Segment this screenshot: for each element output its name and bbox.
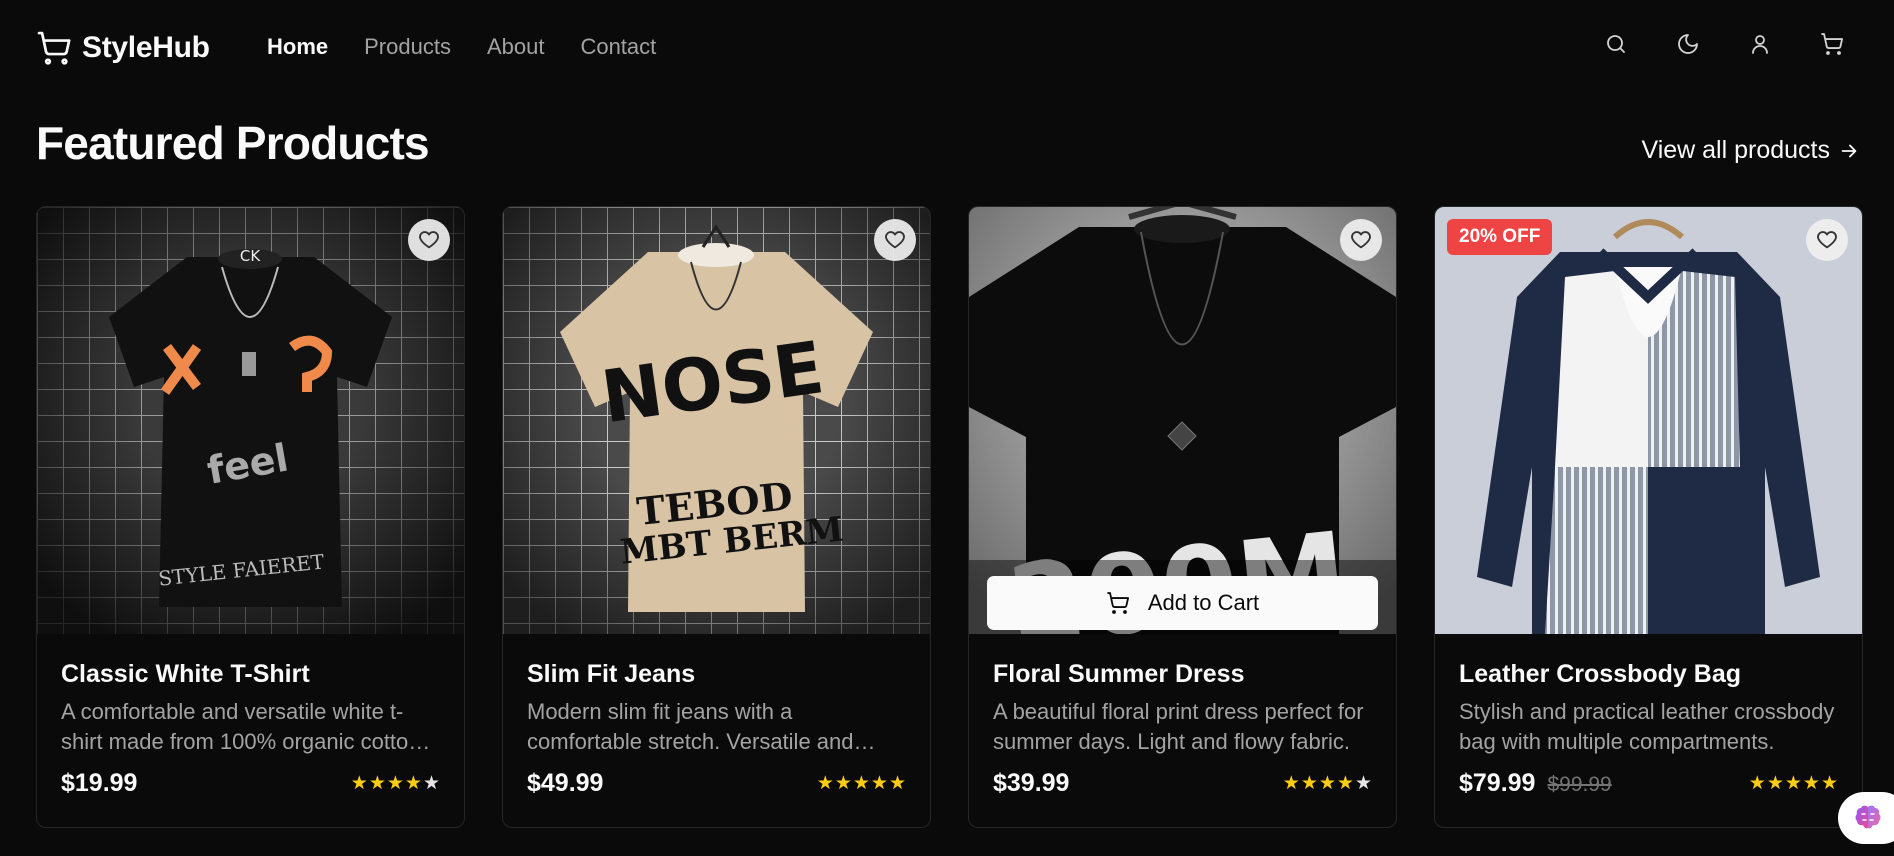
rating-stars: ★ ★ ★ ★ ★	[817, 772, 906, 795]
star-icon: ★	[834, 773, 852, 794]
star-icon: ★	[1766, 773, 1784, 794]
product-image[interactable]: 200M Add to Cart	[969, 207, 1396, 634]
favorite-button[interactable]	[874, 219, 916, 261]
price-group: $79.99 $99.99	[1459, 769, 1612, 798]
product-info: Floral Summer Dress A beautiful floral p…	[969, 634, 1396, 798]
star-icon: ★	[1784, 773, 1802, 794]
product-price: $49.99	[527, 769, 604, 797]
theme-toggle-button[interactable]	[1676, 32, 1700, 56]
star-icon: ★	[1300, 773, 1318, 794]
cart-icon	[1821, 33, 1843, 55]
product-image[interactable]: 20% OFF	[1435, 207, 1862, 634]
original-price: $99.99	[1547, 773, 1612, 796]
add-to-cart-label: Add to Cart	[1147, 590, 1260, 615]
star-icon: ★	[1318, 773, 1336, 794]
favorite-button[interactable]	[1340, 219, 1382, 261]
product-footer: $19.99 ★ ★ ★ ★ ★	[61, 769, 440, 798]
product-info: Classic White T-Shirt A comfortable and …	[37, 634, 464, 798]
rating-stars: ★ ★ ★ ★ ★	[351, 772, 440, 795]
user-icon	[1752, 35, 1768, 54]
product-card[interactable]: 200M Add to Cart Floral Summer Dress A b…	[968, 206, 1397, 828]
product-price: $39.99	[993, 769, 1070, 797]
header-actions	[1604, 32, 1844, 56]
cart-logo-icon	[37, 31, 71, 65]
assistant-button[interactable]	[1838, 792, 1894, 844]
svg-text:CK: CK	[240, 247, 261, 265]
product-footer: $39.99 ★ ★ ★ ★ ★	[993, 769, 1372, 798]
price-group: $19.99	[61, 769, 137, 798]
product-name[interactable]: Leather Crossbody Bag	[1459, 660, 1838, 689]
product-description: Modern slim fit jeans with a comfortable…	[527, 699, 854, 754]
add-to-cart-button[interactable]: Add to Cart	[987, 576, 1378, 630]
product-image[interactable]: NOSE TEBOD MBT BERM	[503, 207, 930, 634]
star-icon: ★	[1748, 773, 1766, 794]
product-name[interactable]: Slim Fit Jeans	[527, 660, 906, 689]
favorite-button[interactable]	[1806, 219, 1848, 261]
heart-icon	[1817, 231, 1837, 249]
heart-icon	[419, 231, 439, 249]
nav-products[interactable]: Products	[364, 34, 451, 60]
rating-stars: ★ ★ ★ ★ ★	[1749, 772, 1838, 795]
heart-icon	[885, 231, 905, 249]
cart-button[interactable]	[1820, 32, 1844, 56]
cart-icon	[1107, 592, 1129, 614]
view-all-label: View all products	[1641, 136, 1830, 164]
product-price: $79.99	[1459, 769, 1536, 797]
discount-badge: 20% OFF	[1447, 219, 1553, 255]
rating-stars: ★ ★ ★ ★ ★	[1283, 772, 1372, 795]
star-icon: ★	[1820, 773, 1838, 794]
section-title: Featured Products	[36, 117, 430, 169]
star-icon: ★	[368, 773, 386, 794]
star-icon: ★	[852, 773, 870, 794]
product-card[interactable]: CK feel STYLE FAIERET Classic White T-Sh…	[36, 206, 465, 828]
product-name[interactable]: Classic White T-Shirt	[61, 660, 440, 689]
star-icon: ★	[870, 773, 888, 794]
brand-name: StyleHub	[82, 31, 210, 64]
price-group: $49.99	[527, 769, 603, 798]
favorite-button[interactable]	[408, 219, 450, 261]
product-image[interactable]: CK feel STYLE FAIERET	[37, 207, 464, 634]
nav-home[interactable]: Home	[267, 34, 328, 60]
star-icon: ★	[1802, 773, 1820, 794]
star-icon: ★	[350, 773, 368, 794]
product-description: A beautiful floral print dress perfect f…	[993, 699, 1364, 754]
search-icon	[1607, 35, 1625, 53]
black-graphic-tee-image: CK feel STYLE FAIERET	[37, 207, 464, 634]
brand-logo[interactable]: StyleHub	[36, 30, 210, 66]
heart-icon	[1351, 231, 1371, 249]
product-grid: CK feel STYLE FAIERET Classic White T-Sh…	[36, 206, 1863, 828]
product-footer: $49.99 ★ ★ ★ ★ ★	[527, 769, 906, 798]
star-empty-icon: ★	[1354, 773, 1372, 794]
product-info: Leather Crossbody Bag Stylish and practi…	[1435, 634, 1862, 798]
product-description: A comfortable and versatile white t-shir…	[61, 699, 427, 754]
account-button[interactable]	[1748, 32, 1772, 56]
search-button[interactable]	[1604, 32, 1628, 56]
view-all-products-link[interactable]: View all products	[1641, 136, 1860, 165]
price-group: $39.99	[993, 769, 1069, 798]
star-icon: ★	[1282, 773, 1300, 794]
beige-graphic-tee-image: NOSE TEBOD MBT BERM	[503, 207, 930, 634]
product-description: Stylish and practical leather crossbody …	[1459, 699, 1835, 754]
star-icon: ★	[404, 773, 422, 794]
star-icon: ★	[1336, 773, 1354, 794]
star-icon: ★	[386, 773, 404, 794]
star-icon: ★	[816, 773, 834, 794]
star-empty-icon: ★	[422, 773, 440, 794]
nav-about[interactable]: About	[487, 34, 545, 60]
patchwork-shirt-image	[1435, 207, 1862, 634]
star-icon: ★	[888, 773, 906, 794]
product-price: $19.99	[61, 769, 138, 797]
brain-icon	[1855, 805, 1881, 829]
site-header: StyleHub Home Products About Contact	[0, 0, 1894, 96]
main-nav: Home Products About Contact	[267, 34, 656, 60]
product-name[interactable]: Floral Summer Dress	[993, 660, 1372, 689]
product-info: Slim Fit Jeans Modern slim fit jeans wit…	[503, 634, 930, 798]
product-footer: $79.99 $99.99 ★ ★ ★ ★ ★	[1459, 769, 1838, 798]
product-card[interactable]: 20% OFF Leather Crossbody Bag Stylish an…	[1434, 206, 1863, 828]
moon-icon	[1678, 34, 1698, 54]
product-card[interactable]: NOSE TEBOD MBT BERM Slim Fit Jeans Moder…	[502, 206, 931, 828]
nav-contact[interactable]: Contact	[580, 34, 656, 60]
arrow-right-icon	[1841, 144, 1857, 157]
